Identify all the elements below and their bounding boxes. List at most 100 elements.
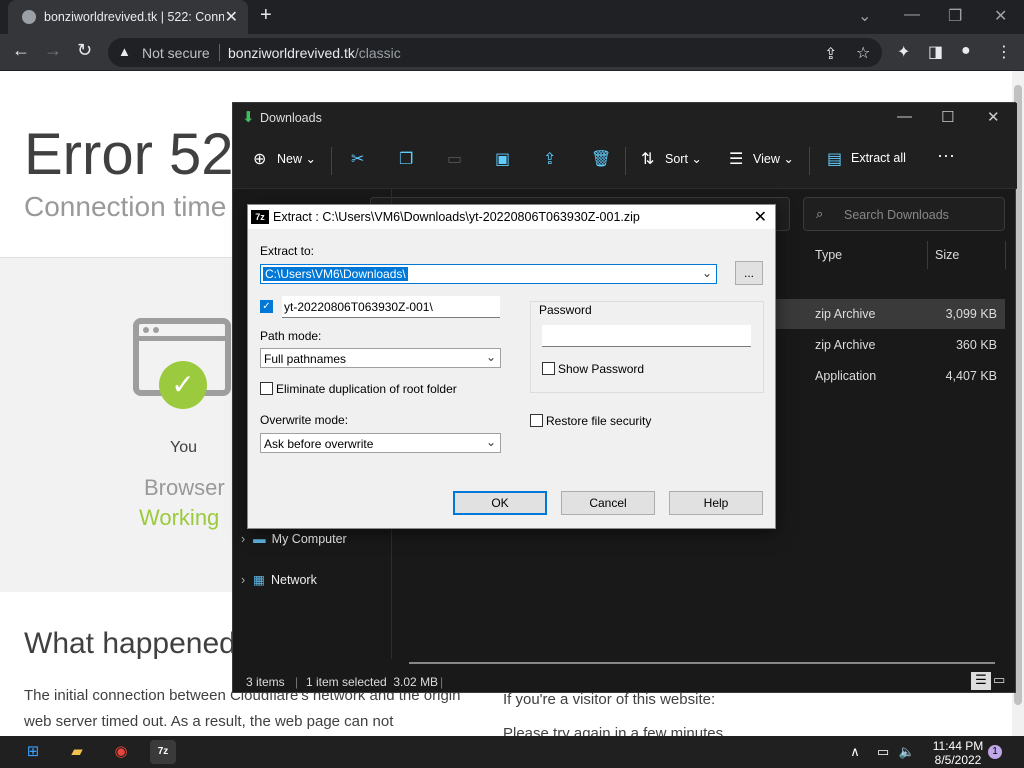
paste-icon[interactable]: ▭ [447,149,462,169]
new-button[interactable]: New ⌄ [277,151,316,166]
overwrite-mode-select[interactable]: Ask before overwrite ⌄ [260,433,501,453]
cancel-button[interactable]: Cancel [561,491,655,515]
divider: | [440,675,444,689]
extensions-icon[interactable]: ✦ [897,42,910,62]
chrome-icon[interactable]: ◉ [108,740,134,764]
path-mode-select[interactable]: Full pathnames ⌄ [260,348,501,368]
column-header-size[interactable]: Size [935,248,959,262]
eliminate-duplication-checkbox[interactable] [260,382,273,395]
extract-to-value: C:\Users\VM6\Downloads\ [263,267,408,281]
restore-security-label[interactable]: Restore file security [546,414,651,428]
chevron-right-icon[interactable]: › [241,532,245,546]
security-label[interactable]: Not secure [142,45,210,61]
explorer-titlebar[interactable]: ⬇ Downloads — ☐ ✕ [233,103,1017,133]
network-icon[interactable]: ▭ [870,740,896,764]
rename-icon[interactable]: ▣ [495,149,510,169]
delete-icon[interactable]: 🗑 [591,149,611,169]
search-box[interactable]: ⌕ Search Downloads [803,197,1005,231]
password-label: Password [539,303,592,317]
file-type: Application [815,369,877,383]
horizontal-scrollbar[interactable] [409,662,995,664]
restore-icon[interactable]: ❐ [948,6,962,26]
close-icon[interactable]: ✕ [754,207,767,227]
tab-title: bonziworldrevived.tk | 522: Conn [44,10,224,24]
new-tab-button[interactable]: + [260,4,272,27]
extract-to-combo[interactable]: C:\Users\VM6\Downloads\ ⌄ [260,264,717,284]
selection-info: 1 item selected 3.02 MB [306,675,439,689]
password-input[interactable] [542,325,751,347]
chevron-down-icon[interactable]: ⌄ [486,350,496,364]
url-text[interactable]: bonziworldrevived.tk/classic [228,45,401,61]
tab-search-icon[interactable]: ⌄ [858,6,871,26]
column-divider[interactable] [927,241,928,269]
clock-time: 11:44 PM [932,739,984,753]
working-label: Working [139,505,220,530]
nav-item-my-computer[interactable]: › ▬ My Computer [241,532,347,546]
browser-tabstrip: bonziworldrevived.tk | 522: Conn ✕ + ⌄ —… [0,0,1024,34]
windows-start-icon[interactable]: ⊞ [20,740,46,764]
subfolder-input[interactable]: yt-20220806T063930Z-001\ [282,296,500,318]
bookmark-star-icon[interactable]: ☆ [856,43,870,63]
checkmark-icon: ✓ [159,361,207,409]
file-type: zip Archive [815,307,876,321]
menu-icon[interactable]: ⋮ [996,42,1012,62]
taskbar: ⊞ ▰ ◉ 7z ∧ ▭ 🔈 11:44 PM 8/5/2022 1 [0,736,1024,768]
share-icon[interactable]: ⇪ [543,149,556,169]
help-button[interactable]: Help [669,491,763,515]
clock[interactable]: 11:44 PM 8/5/2022 [930,739,986,767]
sidepanel-icon[interactable]: ◨ [928,42,943,62]
browse-button[interactable]: ... [735,261,763,285]
copy-icon[interactable]: ❐ [399,149,413,169]
profile-icon[interactable]: ● [961,42,971,60]
warning-icon[interactable]: ▲ [118,44,131,59]
back-icon[interactable]: ← [12,40,30,61]
volume-icon[interactable]: 🔈 [894,740,920,764]
close-icon[interactable]: ✕ [987,108,1000,126]
show-password-checkbox[interactable] [542,362,555,375]
explorer-title: Downloads [260,111,322,125]
browser-tab[interactable]: bonziworldrevived.tk | 522: Conn ✕ [8,0,248,34]
sort-button[interactable]: Sort ⌄ [665,151,702,166]
file-explorer-icon[interactable]: ▰ [64,740,90,764]
chevron-down-icon[interactable]: ⌄ [486,435,496,449]
overwrite-mode-value: Ask before overwrite [264,437,374,451]
eliminate-duplication-label[interactable]: Eliminate duplication of root folder [276,382,457,396]
dot-icon [153,327,159,333]
7zip-taskbar-icon[interactable]: 7z [150,740,176,764]
view-icon[interactable]: ☰ [729,149,743,169]
minimize-icon[interactable]: — [904,6,920,24]
minimize-icon[interactable]: — [897,108,912,125]
reload-icon[interactable]: ↻ [77,40,92,61]
chevron-down-icon[interactable]: ⌄ [702,266,712,280]
visitor-line-2: Please try again in a few minutes. [503,725,728,736]
divider [331,147,332,175]
chevron-right-icon[interactable]: › [241,573,245,587]
view-button[interactable]: View ⌄ [753,151,794,166]
forward-icon[interactable]: → [44,40,62,61]
new-icon[interactable]: ⊕ [253,149,266,169]
restore-security-checkbox[interactable] [530,414,543,427]
column-header-type[interactable]: Type [815,248,842,262]
dialog-titlebar[interactable]: 7z Extract : C:\Users\VM6\Downloads\yt-2… [248,205,775,229]
computer-icon: ▬ [253,532,266,546]
address-bar[interactable]: ▲ Not secure bonziworldrevived.tk/classi… [108,38,882,67]
column-divider[interactable] [1005,241,1006,269]
close-tab-icon[interactable]: ✕ [225,7,238,27]
chevron-up-icon[interactable]: ∧ [842,740,868,764]
details-view-icon[interactable]: ☰ [971,672,991,690]
extract-all-button[interactable]: Extract all [851,151,906,165]
extract-icon[interactable]: ▤ [827,149,842,169]
close-window-icon[interactable]: ✕ [994,6,1007,26]
show-password-label[interactable]: Show Password [558,362,644,376]
maximize-icon[interactable]: ☐ [941,108,954,126]
tiles-view-icon[interactable]: ▭ [993,672,1005,688]
subfolder-checkbox[interactable]: ✓ [260,300,273,313]
more-options-icon[interactable]: ··· [937,145,955,166]
nav-item-network[interactable]: › ▦ Network [241,572,317,587]
ok-button[interactable]: OK [453,491,547,515]
cut-icon[interactable]: ✂ [351,149,364,169]
notification-badge[interactable]: 1 [988,745,1002,759]
browser-toolbar: ← → ↻ ▲ Not secure bonziworldrevived.tk/… [0,34,1024,71]
sort-icon[interactable]: ⇅ [641,149,654,169]
share-icon[interactable]: ⇪ [824,44,837,64]
